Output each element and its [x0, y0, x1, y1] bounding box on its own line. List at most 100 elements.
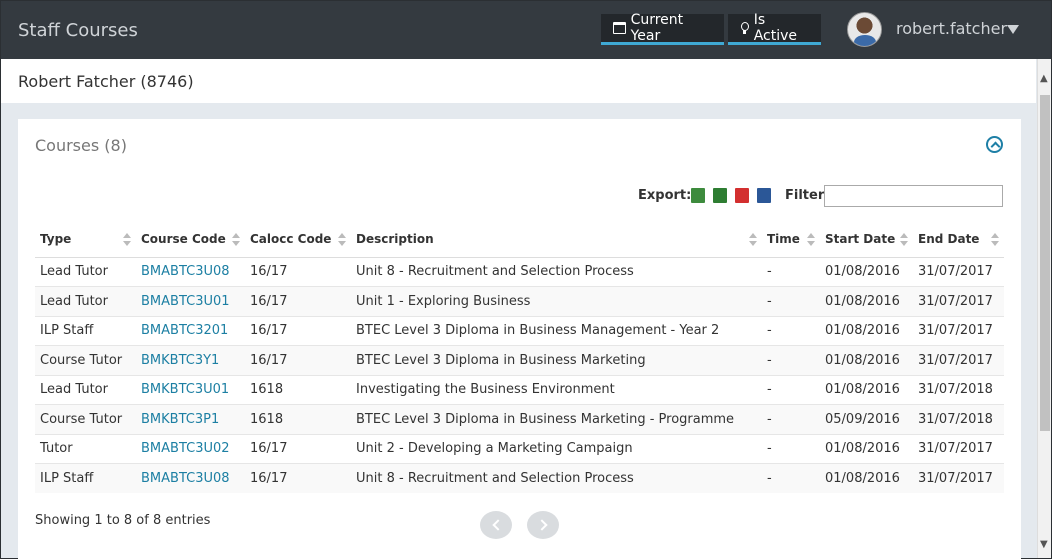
page-scrollbar[interactable]: ▲ ▼ [1037, 59, 1051, 558]
is-active-toggle[interactable]: Is Active [728, 12, 821, 45]
cell-time: - [762, 256, 820, 287]
course-code-link[interactable]: BMABTC3U08 [141, 264, 230, 279]
sort-icon [123, 233, 131, 247]
filter-input[interactable] [824, 185, 1003, 207]
table-row: Lead Tutor BMABTC3U01 16/17 Unit 1 - Explor… [35, 286, 1004, 316]
cell-calocc-code: 16/17 [245, 286, 351, 316]
lightbulb-icon [740, 21, 749, 35]
cell-calocc-code: 1618 [245, 404, 351, 434]
course-code-link[interactable]: BMKBTC3Y1 [141, 353, 219, 368]
column-header-calocc-code[interactable]: Calocc Code [245, 222, 351, 258]
cell-description: BTEC Level 3 Diploma in Business Marketi… [351, 345, 762, 375]
filter-label: Filter: [785, 188, 830, 203]
user-menu[interactable]: robert.fatcher [896, 19, 1007, 38]
courses-table: Type Course Code Calocc Code Description… [35, 222, 1004, 493]
cell-time: - [762, 433, 820, 464]
page-title: Robert Fatcher (8746) [18, 72, 194, 91]
cell-calocc-code: 16/17 [245, 256, 351, 287]
column-header-start-date[interactable]: Start Date [820, 222, 913, 258]
export-label: Export: [638, 188, 692, 203]
cell-course-code: BMABTC3U02 [136, 433, 245, 464]
table-row: Lead Tutor BMABTC3U08 16/17 Unit 8 - Recrui… [35, 256, 1004, 287]
cell-course-code: BMKBTC3U01 [136, 374, 245, 405]
column-header-course-code[interactable]: Course Code [136, 222, 245, 258]
export-pdf-icon[interactable] [735, 188, 749, 203]
top-bar: Staff Courses Current Year Is Active rob… [1, 1, 1051, 59]
column-header-end-date[interactable]: End Date [913, 222, 1004, 258]
course-code-link[interactable]: BMABTC3U01 [141, 294, 230, 309]
cell-course-code: BMABTC3U08 [136, 463, 245, 493]
column-header-description[interactable]: Description [351, 222, 762, 258]
cell-end-date: 31/07/2017 [913, 315, 1004, 346]
cell-start-date: 01/08/2016 [820, 286, 913, 316]
cell-calocc-code: 16/17 [245, 433, 351, 464]
cell-time: - [762, 404, 820, 434]
column-header-time[interactable]: Time [762, 222, 820, 258]
avatar[interactable] [847, 12, 882, 47]
cell-time: - [762, 374, 820, 405]
cell-course-code: BMABTC3201 [136, 315, 245, 346]
table-info: Showing 1 to 8 of 8 entries [35, 513, 211, 528]
current-year-toggle[interactable]: Current Year [601, 12, 724, 45]
cell-description: BTEC Level 3 Diploma in Business Marketi… [351, 404, 762, 434]
cell-description: Unit 8 - Recruitment and Selection Proce… [351, 463, 762, 493]
cell-start-date: 01/08/2016 [820, 315, 913, 346]
cell-description: BTEC Level 3 Diploma in Business Managem… [351, 315, 762, 346]
cell-calocc-code: 1618 [245, 374, 351, 405]
cell-type: Course Tutor [35, 345, 136, 375]
sort-icon [807, 233, 815, 247]
is-active-label: Is Active [753, 12, 798, 44]
cell-calocc-code: 16/17 [245, 463, 351, 493]
cell-type: Lead Tutor [35, 286, 136, 316]
cell-calocc-code: 16/17 [245, 315, 351, 346]
cell-end-date: 31/07/2018 [913, 404, 1004, 434]
cell-course-code: BMKBTC3P1 [136, 404, 245, 434]
cell-start-date: 01/08/2016 [820, 345, 913, 375]
scroll-up-icon[interactable]: ▲ [1040, 73, 1048, 84]
cell-end-date: 31/07/2017 [913, 463, 1004, 493]
course-code-link[interactable]: BMABTC3U08 [141, 471, 230, 486]
cell-end-date: 31/07/2017 [913, 256, 1004, 287]
sort-icon [900, 233, 908, 247]
chevron-down-icon[interactable] [1007, 25, 1019, 34]
previous-page-button[interactable] [480, 511, 512, 539]
cell-type: Course Tutor [35, 404, 136, 434]
column-header-type[interactable]: Type [35, 222, 136, 258]
table-row: ILP Staff BMABTC3201 16/17 BTEC Level 3 Dip… [35, 315, 1004, 346]
sort-icon [232, 233, 240, 247]
table-row: ILP Staff BMABTC3U08 16/17 Unit 8 - Recruit… [35, 463, 1004, 493]
cell-course-code: BMKBTC3Y1 [136, 345, 245, 375]
course-code-link[interactable]: BMABTC3201 [141, 323, 228, 338]
table-header-row: Type Course Code Calocc Code Description… [35, 222, 1004, 258]
export-excel-icon[interactable] [713, 188, 727, 203]
course-code-link[interactable]: BMABTC3U02 [141, 441, 230, 456]
cell-time: - [762, 315, 820, 346]
sort-icon [338, 233, 346, 247]
cell-end-date: 31/07/2018 [913, 374, 1004, 405]
sort-icon [991, 233, 999, 247]
scroll-thumb[interactable] [1040, 95, 1050, 431]
cell-end-date: 31/07/2017 [913, 286, 1004, 316]
export-csv-icon[interactable] [691, 188, 705, 203]
course-code-link[interactable]: BMKBTC3U01 [141, 382, 229, 397]
cell-type: Lead Tutor [35, 374, 136, 405]
cell-calocc-code: 16/17 [245, 345, 351, 375]
scroll-down-icon[interactable]: ▼ [1040, 539, 1048, 550]
calendar-icon [613, 22, 626, 34]
cell-start-date: 01/08/2016 [820, 433, 913, 464]
cell-type: Lead Tutor [35, 256, 136, 287]
cell-description: Unit 8 - Recruitment and Selection Proce… [351, 256, 762, 287]
cell-end-date: 31/07/2017 [913, 345, 1004, 375]
cell-start-date: 01/08/2016 [820, 463, 913, 493]
course-code-link[interactable]: BMKBTC3P1 [141, 412, 219, 427]
cell-type: ILP Staff [35, 463, 136, 493]
next-page-button[interactable] [527, 511, 559, 539]
export-word-icon[interactable] [757, 188, 771, 203]
cell-description: Unit 2 - Developing a Marketing Campaign [351, 433, 762, 464]
cell-description: Unit 1 - Exploring Business [351, 286, 762, 316]
cell-start-date: 01/08/2016 [820, 256, 913, 287]
collapse-icon[interactable] [986, 136, 1003, 153]
table-row: Tutor BMABTC3U02 16/17 Unit 2 - Developing … [35, 433, 1004, 464]
table-row: Lead Tutor BMKBTC3U01 1618 Investigating th… [35, 374, 1004, 405]
cell-description: Investigating the Business Environment [351, 374, 762, 405]
